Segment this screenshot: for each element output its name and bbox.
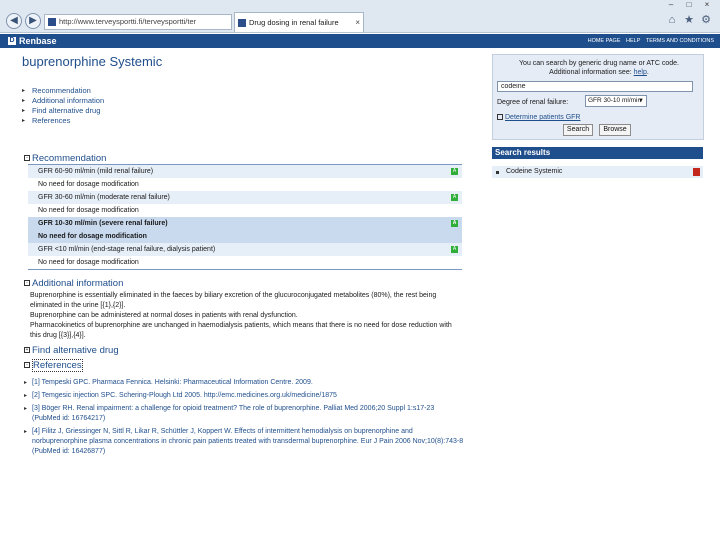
chevron-down-icon: ▼ — [638, 98, 644, 104]
row-text: GFR 60-90 ml/min (mild renal failure) — [38, 168, 154, 175]
site-header: D Renbase HOME PAGE HELP TERMS AND CONDI… — [0, 34, 720, 48]
table-row: No need for dosage modification — [28, 256, 462, 269]
status-badge — [693, 168, 700, 176]
renal-failure-label: Degree of renal failure: — [497, 99, 569, 106]
list-item[interactable]: [3] Böger RH. Renal impairment: a challe… — [24, 404, 464, 424]
home-page-link[interactable]: HOME PAGE — [588, 38, 621, 44]
back-arrow-icon[interactable]: ◀ — [6, 13, 22, 29]
search-help-line: Additional information see: help. — [549, 69, 649, 76]
browse-button[interactable]: Browse — [599, 124, 631, 136]
evidence-badge[interactable]: A — [451, 194, 458, 201]
list-item[interactable]: [2] Temgesic injection SPC. Schering-Plo… — [24, 391, 464, 401]
row-text: No need for dosage modification — [38, 207, 139, 214]
help-link[interactable]: help — [634, 69, 647, 76]
site-favicon-icon — [48, 18, 56, 26]
logo: D — [8, 37, 16, 45]
search-intro-text: You can search by generic drug name or A… — [519, 60, 679, 67]
references-list: [1] Tempeski GPC. Pharmaca Fennica. Hels… — [24, 378, 464, 460]
toc-references[interactable]: References — [22, 116, 462, 126]
additional-heading-label: Additional information — [32, 278, 124, 289]
collapse-icon[interactable]: - — [24, 155, 30, 162]
toc-additional-information[interactable]: Additional information — [22, 96, 462, 106]
renal-failure-select[interactable]: GFR 30-10 ml/min ▼ — [585, 95, 647, 107]
recommendation-table: GFR 60-90 ml/min (mild renal failure) A N… — [28, 164, 462, 270]
row-text: GFR 30-60 ml/min (moderate renal failure… — [38, 194, 170, 201]
terms-link[interactable]: TERMS AND CONDITIONS — [646, 38, 714, 44]
calculator-icon — [497, 114, 503, 121]
browser-tab[interactable]: Drug dosing in renal failure × — [234, 12, 364, 32]
search-panel: You can search by generic drug name or A… — [492, 54, 704, 140]
forward-arrow-icon[interactable]: ▶ — [25, 13, 41, 29]
paragraph: Buprenorphine is essentially eliminated … — [30, 292, 437, 309]
recommendation-heading-label: Recommendation — [32, 153, 107, 164]
gear-icon[interactable]: ⚙ — [700, 14, 712, 26]
row-text: GFR 10-30 ml/min (severe renal failure) — [38, 220, 168, 227]
table-row: GFR <10 ml/min (end-stage renal failure,… — [28, 243, 462, 256]
help-link[interactable]: HELP — [626, 38, 640, 44]
table-row: No need for dosage modification — [28, 204, 462, 217]
search-result-label: Codeine Systemic — [506, 168, 563, 175]
collapse-icon[interactable]: - — [24, 280, 30, 287]
browser-chrome: – □ × ◀ ▶ http://www.terveysportti.fi/te… — [0, 0, 720, 33]
alternative-heading-label: Find alternative drug — [32, 345, 119, 356]
search-button[interactable]: Search — [563, 124, 593, 136]
row-text: GFR <10 ml/min (end-stage renal failure,… — [38, 246, 216, 253]
tab-favicon-icon — [238, 19, 246, 27]
tab-title: Drug dosing in renal failure — [249, 18, 339, 27]
determine-gfr-label: Determine patients GFR — [505, 114, 581, 121]
table-row-selected: No need for dosage modification — [28, 230, 462, 243]
row-text: No need for dosage modification — [38, 233, 147, 240]
bullet-icon — [496, 171, 499, 174]
search-result-item[interactable]: Codeine Systemic — [492, 166, 703, 178]
row-text: No need for dosage modification — [38, 259, 139, 266]
close-window-button[interactable]: × — [700, 0, 714, 10]
paragraph: Buprenorphine can be administered at nor… — [30, 312, 298, 319]
help-prefix: Additional information see: — [549, 69, 632, 76]
search-intro: You can search by generic drug name or A… — [497, 59, 701, 77]
minimize-button[interactable]: – — [664, 0, 678, 10]
collapse-icon[interactable]: - — [24, 362, 30, 369]
determine-gfr-link[interactable]: Determine patients GFR — [497, 113, 580, 122]
address-url: http://www.terveysportti.fi/terveysportt… — [59, 17, 197, 26]
table-row: GFR 30-60 ml/min (moderate renal failure… — [28, 191, 462, 204]
expand-icon[interactable]: + — [24, 347, 30, 354]
additional-information-heading[interactable]: - Additional information — [24, 278, 123, 290]
brand-name[interactable]: Renbase — [19, 35, 57, 47]
star-icon[interactable]: ★ — [683, 14, 695, 26]
tab-close-icon[interactable]: × — [355, 13, 360, 32]
table-row: GFR 60-90 ml/min (mild renal failure) A — [28, 165, 462, 178]
search-results-heading: Search results — [492, 147, 703, 159]
drug-search-input[interactable] — [497, 81, 693, 92]
table-row: No need for dosage modification — [28, 178, 462, 191]
evidence-badge[interactable]: A — [451, 246, 458, 253]
main-content: buprenorphine Systemic Recommendation Ad… — [22, 52, 462, 126]
toc-recommendation[interactable]: Recommendation — [22, 86, 462, 96]
additional-information-text: Buprenorphine is essentially eliminated … — [30, 291, 460, 341]
table-row-selected: GFR 10-30 ml/min (severe renal failure) A — [28, 217, 462, 230]
evidence-badge[interactable]: A — [451, 220, 458, 227]
evidence-badge[interactable]: A — [451, 168, 458, 175]
top-links: HOME PAGE HELP TERMS AND CONDITIONS — [584, 35, 714, 47]
references-heading[interactable]: - References — [24, 359, 83, 372]
row-text: No need for dosage modification — [38, 181, 139, 188]
page-title: buprenorphine Systemic — [22, 54, 163, 69]
home-icon[interactable]: ⌂ — [666, 14, 678, 26]
table-of-contents: Recommendation Additional information Fi… — [22, 86, 462, 126]
renal-failure-value: GFR 30-10 ml/min — [588, 97, 642, 104]
find-alternative-heading[interactable]: + Find alternative drug — [24, 345, 119, 357]
paragraph: Pharmacokinetics of buprenorphine are un… — [30, 322, 452, 339]
list-item[interactable]: [1] Tempeski GPC. Pharmaca Fennica. Hels… — [24, 378, 464, 388]
toc-find-alternative-drug[interactable]: Find alternative drug — [22, 106, 462, 116]
list-item[interactable]: [4] Filitz J, Griessinger N, Sittl R, Li… — [24, 427, 464, 457]
address-bar[interactable]: http://www.terveysportti.fi/terveysportt… — [44, 14, 232, 30]
references-heading-label: References — [32, 359, 83, 372]
maximize-button[interactable]: □ — [682, 0, 696, 10]
